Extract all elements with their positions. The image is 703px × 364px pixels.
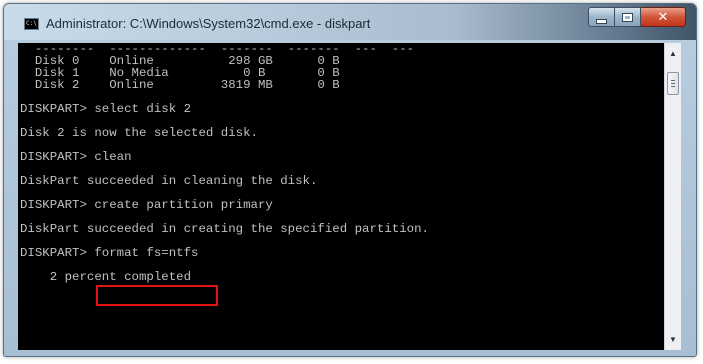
console-line: Disk 2 Online 3819 MB 0 B <box>20 78 340 92</box>
minimize-button[interactable] <box>588 7 615 27</box>
console-line: 2 percent completed <box>20 270 192 284</box>
scroll-up-arrow-icon[interactable]: ▲ <box>665 45 681 62</box>
console-line: Disk 2 is now the selected disk. <box>20 126 258 140</box>
maximize-icon <box>622 12 633 22</box>
console-line: DiskPart succeeded in creating the speci… <box>20 222 429 236</box>
console-line: DISKPART> clean <box>20 150 132 164</box>
console-output[interactable]: -------- ------------- ------- ------- -… <box>18 43 664 350</box>
scroll-thumb[interactable] <box>667 72 679 95</box>
console-lines: -------- ------------- ------- ------- -… <box>18 43 664 283</box>
thumb-grip-line <box>671 80 675 81</box>
console-line: DISKPART> select disk 2 <box>20 102 192 116</box>
caption-buttons: ✕ <box>588 7 686 29</box>
thumb-grip-line <box>671 86 675 87</box>
console-line: DISKPART> create partition primary <box>20 198 273 212</box>
highlight-box <box>96 285 218 306</box>
cmd-app-icon[interactable]: C:\ <box>24 18 39 30</box>
thumb-grip-line <box>671 83 675 84</box>
minimize-icon <box>596 18 607 24</box>
maximize-button[interactable] <box>615 7 641 27</box>
console-line: DISKPART> format fs=ntfs <box>20 246 199 260</box>
window-title: Administrator: C:\Windows\System32\cmd.e… <box>46 16 371 31</box>
cmd-window: C:\ Administrator: C:\Windows\System32\c… <box>3 3 697 357</box>
close-icon: ✕ <box>657 9 669 25</box>
console-line: DiskPart succeeded in cleaning the disk. <box>20 174 318 188</box>
scroll-down-arrow-icon[interactable]: ▼ <box>665 331 681 348</box>
close-button[interactable]: ✕ <box>641 7 686 27</box>
vertical-scrollbar[interactable]: ▲ ▼ <box>664 43 681 350</box>
title-bar[interactable]: C:\ Administrator: C:\Windows\System32\c… <box>4 4 696 40</box>
